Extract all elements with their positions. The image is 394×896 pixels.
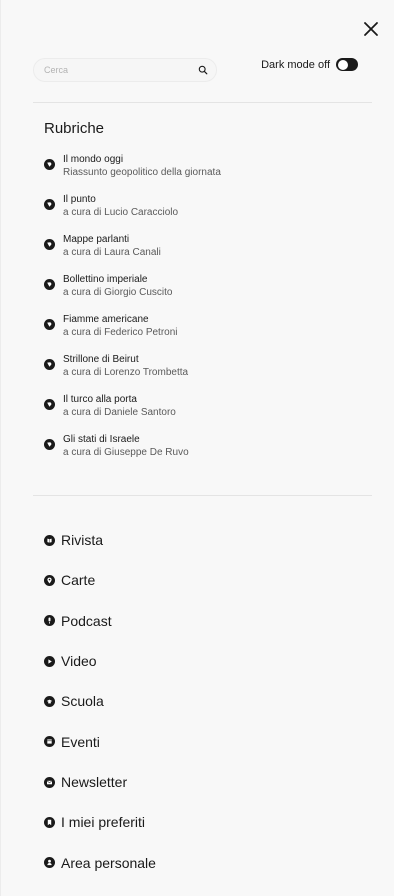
rubrica-title: Fiamme americane	[63, 314, 149, 325]
rubrica-subtitle: a cura di Federico Petroni	[63, 327, 178, 338]
close-icon	[364, 22, 378, 36]
rubrica-item[interactable]: Mappe parlanti a cura di Laura Canali	[44, 234, 370, 274]
nav-label: Area personale	[61, 854, 156, 871]
close-button[interactable]	[360, 18, 382, 40]
rubrica-title: Bollettino imperiale	[63, 274, 148, 285]
nav-label: Podcast	[61, 612, 112, 629]
rubrica-title: Gli stati di Israele	[63, 434, 140, 445]
book-icon	[44, 534, 55, 546]
nav-label: I miei preferiti	[61, 814, 146, 831]
calendar-icon	[44, 736, 55, 748]
rubrica-subtitle: a cura di Lorenzo Trombetta	[63, 367, 189, 378]
school-icon	[44, 695, 55, 707]
nav-item-video[interactable]: Video	[44, 641, 370, 681]
rubrica-title: Il turco alla porta	[63, 394, 137, 405]
mail-icon	[44, 776, 55, 788]
rubrica-title: Strillone di Beirut	[63, 354, 139, 365]
rubrica-subtitle: Riassunto geopolitico della giornata	[63, 167, 221, 178]
rubrica-subtitle: a cura di Laura Canali	[63, 247, 161, 258]
nav-item-carte[interactable]: Carte	[44, 560, 370, 600]
rubrica-title: Mappe parlanti	[63, 234, 130, 245]
globe-icon	[44, 239, 55, 250]
globe-icon	[44, 199, 55, 210]
nav-item-rivista[interactable]: Rivista	[44, 520, 370, 560]
nav-item-preferiti[interactable]: I miei preferiti	[44, 802, 370, 842]
search-icon[interactable]	[198, 65, 208, 75]
search-input[interactable]	[44, 65, 198, 75]
bookmark-icon	[44, 816, 55, 828]
nav-label: Scuola	[61, 693, 104, 710]
globe-icon	[44, 159, 55, 170]
globe-icon	[44, 319, 55, 330]
rubrica-item[interactable]: Il punto a cura di Lucio Caracciolo	[44, 194, 370, 234]
divider	[33, 102, 372, 103]
globe-icon	[44, 359, 55, 370]
toggle-knob	[337, 59, 348, 70]
rubrica-item[interactable]: Il turco alla porta a cura di Daniele Sa…	[44, 394, 370, 434]
dark-mode-control: Dark mode off	[261, 58, 358, 71]
rubrica-subtitle: a cura di Daniele Santoro	[63, 407, 176, 418]
rubriche-heading: Rubriche	[44, 120, 105, 137]
rubrica-subtitle: a cura di Giuseppe De Ruvo	[63, 447, 189, 458]
divider	[33, 495, 372, 496]
search-box	[33, 58, 217, 82]
rubrica-subtitle: a cura di Giorgio Cuscito	[63, 287, 173, 298]
nav-label: Eventi	[61, 733, 100, 750]
dark-mode-label: Dark mode off	[261, 58, 330, 71]
nav-item-eventi[interactable]: Eventi	[44, 722, 370, 762]
dark-mode-toggle[interactable]	[336, 58, 358, 71]
rubrica-item[interactable]: Il mondo oggi Riassunto geopolitico dell…	[44, 154, 370, 194]
globe-icon	[44, 399, 55, 410]
menu-panel: Dark mode off Rubriche Il mondo oggi Ria…	[0, 0, 394, 896]
user-icon	[44, 857, 55, 869]
nav-label: Video	[61, 653, 97, 670]
nav-item-scuola[interactable]: Scuola	[44, 681, 370, 721]
rubrica-item[interactable]: Gli stati di Israele a cura di Giuseppe …	[44, 434, 370, 474]
nav-item-podcast[interactable]: Podcast	[44, 601, 370, 641]
nav-item-newsletter[interactable]: Newsletter	[44, 762, 370, 802]
play-icon	[44, 655, 55, 667]
rubriche-list: Il mondo oggi Riassunto geopolitico dell…	[44, 154, 370, 474]
map-pin-icon	[44, 574, 55, 586]
nav-label: Newsletter	[61, 774, 128, 791]
nav-item-area-personale[interactable]: Area personale	[44, 843, 370, 883]
nav-label: Carte	[61, 572, 96, 589]
rubrica-subtitle: a cura di Lucio Caracciolo	[63, 207, 179, 218]
nav-label: Rivista	[61, 532, 104, 548]
main-nav: Rivista Carte Podcast Video Scuola Event…	[44, 520, 370, 883]
rubrica-item[interactable]: Bollettino imperiale a cura di Giorgio C…	[44, 274, 370, 314]
globe-icon	[44, 279, 55, 290]
microphone-icon	[44, 615, 55, 627]
globe-icon	[44, 439, 55, 450]
rubrica-title: Il punto	[63, 194, 96, 205]
rubrica-title: Il mondo oggi	[63, 154, 124, 165]
rubrica-item[interactable]: Strillone di Beirut a cura di Lorenzo Tr…	[44, 354, 370, 394]
rubrica-item[interactable]: Fiamme americane a cura di Federico Petr…	[44, 314, 370, 354]
